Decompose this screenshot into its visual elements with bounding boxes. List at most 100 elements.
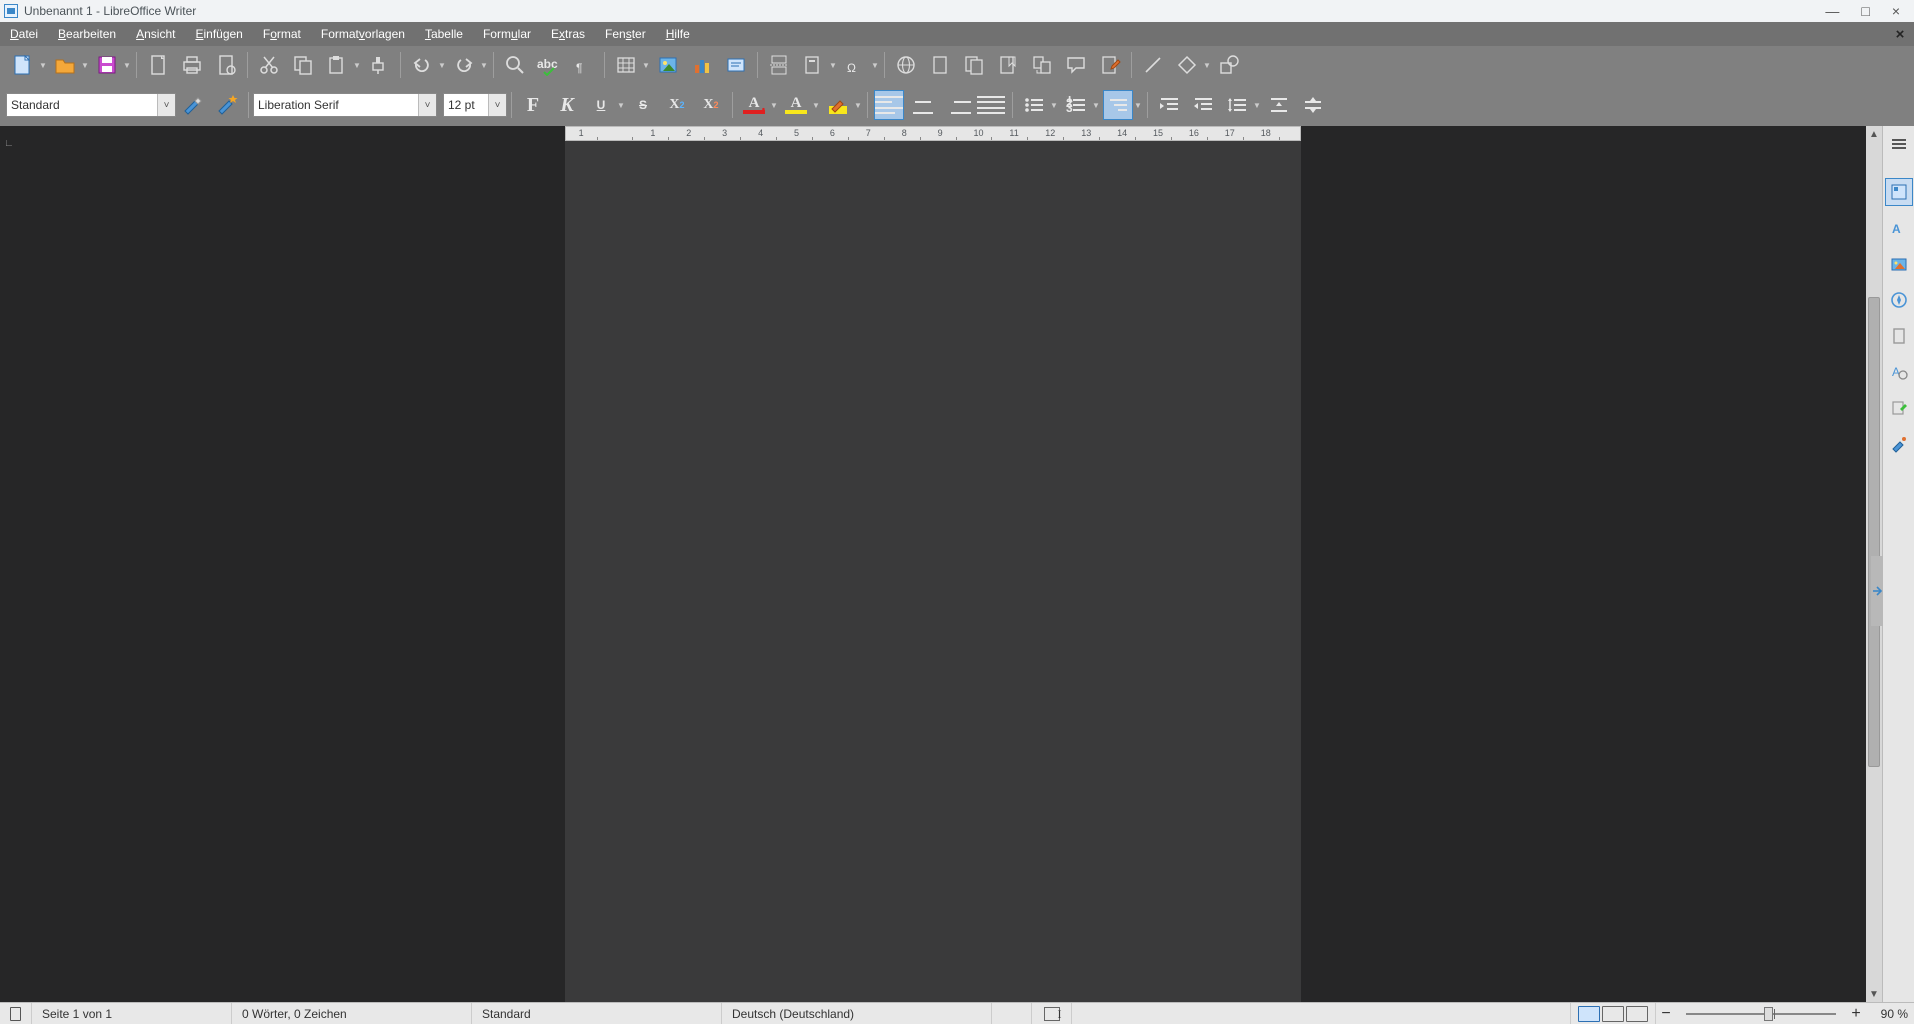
view-single-icon[interactable] [1578,1006,1600,1022]
insert-table-dropdown[interactable]: ▼ [641,50,651,80]
new-dropdown[interactable]: ▼ [38,50,48,80]
menu-tabelle[interactable]: Tabelle [415,22,473,46]
zoom-slider-thumb[interactable] [1764,1007,1773,1021]
insert-hyperlink-button[interactable] [891,50,921,80]
export-pdf-button[interactable] [143,50,173,80]
zoom-slider[interactable] [1676,1003,1846,1024]
line-spacing-dropdown[interactable]: ▼ [1252,90,1262,120]
insert-chart-button[interactable] [687,50,717,80]
insert-field-dropdown[interactable]: ▼ [828,50,838,80]
insert-comment-button[interactable] [1061,50,1091,80]
outline-list-button[interactable] [1103,90,1133,120]
editing-area[interactable]: ∟ 1123456789101112131415161718 [0,126,1866,1002]
insert-endnote-button[interactable] [959,50,989,80]
maximize-button[interactable]: □ [1861,3,1869,19]
insert-field-button[interactable] [798,50,828,80]
scroll-up-arrow-icon[interactable]: ▲ [1866,126,1882,142]
line-spacing-button[interactable] [1222,90,1252,120]
status-view-mode[interactable] [1571,1003,1656,1024]
find-replace-button[interactable] [500,50,530,80]
menu-fenster[interactable]: Fenster [595,22,656,46]
highlight-dropdown[interactable]: ▼ [811,90,821,120]
clone-formatting-button[interactable] [364,50,394,80]
paragraph-style-combo[interactable]: Standard ˅ [6,93,176,117]
undo-button[interactable] [407,50,437,80]
highlight-button[interactable]: A [781,90,811,120]
status-language[interactable]: Deutsch (Deutschland) [722,1003,992,1024]
sidebar-accessibility-button[interactable] [1885,430,1913,458]
underline-button[interactable]: U [586,90,616,120]
bullet-list-button[interactable] [1019,90,1049,120]
minimize-button[interactable]: — [1825,3,1839,19]
font-color-button[interactable]: A• [739,90,769,120]
decrease-para-spacing-button[interactable] [1298,90,1328,120]
insert-image-button[interactable] [653,50,683,80]
show-draw-functions-button[interactable] [1214,50,1244,80]
menu-bearbeiten[interactable]: Bearbeiten [48,22,126,46]
insert-line-button[interactable] [1138,50,1168,80]
paste-dropdown[interactable]: ▼ [352,50,362,80]
underline-dropdown[interactable]: ▼ [616,90,626,120]
sidebar-styles-button[interactable]: A [1885,214,1913,242]
redo-dropdown[interactable]: ▼ [479,50,489,80]
insert-crossref-button[interactable] [1027,50,1057,80]
paste-button[interactable] [322,50,352,80]
scrollbar-thumb[interactable] [1868,297,1880,767]
menu-formular[interactable]: Formular [473,22,541,46]
new-style-button[interactable] [212,90,242,120]
char-highlight-button[interactable] [823,90,853,120]
menu-ansicht[interactable]: Ansicht [126,22,185,46]
formatting-marks-button[interactable]: ¶ [568,50,598,80]
status-wordcount[interactable]: 0 Wörter, 0 Zeichen [232,1003,472,1024]
insert-table-button[interactable] [611,50,641,80]
menu-format[interactable]: Format [253,22,311,46]
new-button[interactable] [8,50,38,80]
decrease-indent-button[interactable] [1188,90,1218,120]
copy-button[interactable] [288,50,318,80]
sidebar-manage-changes-button[interactable] [1885,394,1913,422]
insert-pagebreak-button[interactable] [764,50,794,80]
sidebar-navigator-button[interactable] [1885,286,1913,314]
print-button[interactable] [177,50,207,80]
save-dropdown[interactable]: ▼ [122,50,132,80]
scroll-down-arrow-icon[interactable]: ▼ [1866,986,1882,1002]
char-highlight-dropdown[interactable]: ▼ [853,90,863,120]
sidebar-page-button[interactable] [1885,322,1913,350]
insert-symbol-button[interactable]: Ω [840,50,870,80]
sidebar-gallery-button[interactable] [1885,250,1913,278]
font-name-combo[interactable]: Liberation Serif ˅ [253,93,437,117]
increase-para-spacing-button[interactable] [1264,90,1294,120]
basic-shapes-button[interactable] [1172,50,1202,80]
spellcheck-button[interactable]: abc [534,50,564,80]
open-dropdown[interactable]: ▼ [80,50,90,80]
view-book-icon[interactable] [1626,1006,1648,1022]
font-size-combo[interactable]: 12 pt ˅ [443,93,507,117]
increase-indent-button[interactable] [1154,90,1184,120]
insert-textbox-button[interactable] [721,50,751,80]
menu-extras[interactable]: Extras [541,22,595,46]
document-page[interactable] [565,141,1301,1002]
sidebar-settings-button[interactable] [1885,130,1913,158]
status-selection-mode[interactable] [1032,1003,1072,1024]
status-zoom[interactable]: 90 % [1866,1003,1914,1024]
align-right-button[interactable] [942,90,972,120]
basic-shapes-dropdown[interactable]: ▼ [1202,50,1212,80]
menu-datei[interactable]: Datei [0,22,48,46]
redo-button[interactable] [449,50,479,80]
sidebar-style-inspector-button[interactable]: A [1885,358,1913,386]
zoom-in-button[interactable]: + [1846,1003,1866,1024]
sidebar-properties-button[interactable] [1885,178,1913,206]
strikethrough-button[interactable]: S [628,90,658,120]
align-left-button[interactable] [874,90,904,120]
close-document-button[interactable]: × [1892,26,1908,42]
status-pagestyle[interactable]: Standard [472,1003,722,1024]
close-button[interactable]: × [1892,3,1900,19]
status-save-icon[interactable] [0,1003,32,1024]
horizontal-ruler[interactable]: 1123456789101112131415161718 [565,126,1301,141]
bold-button[interactable]: F [518,90,548,120]
cut-button[interactable] [254,50,284,80]
insert-footnote-button[interactable] [925,50,955,80]
align-justify-button[interactable] [976,90,1006,120]
update-style-button[interactable] [178,90,208,120]
outline-list-dropdown[interactable]: ▼ [1133,90,1143,120]
